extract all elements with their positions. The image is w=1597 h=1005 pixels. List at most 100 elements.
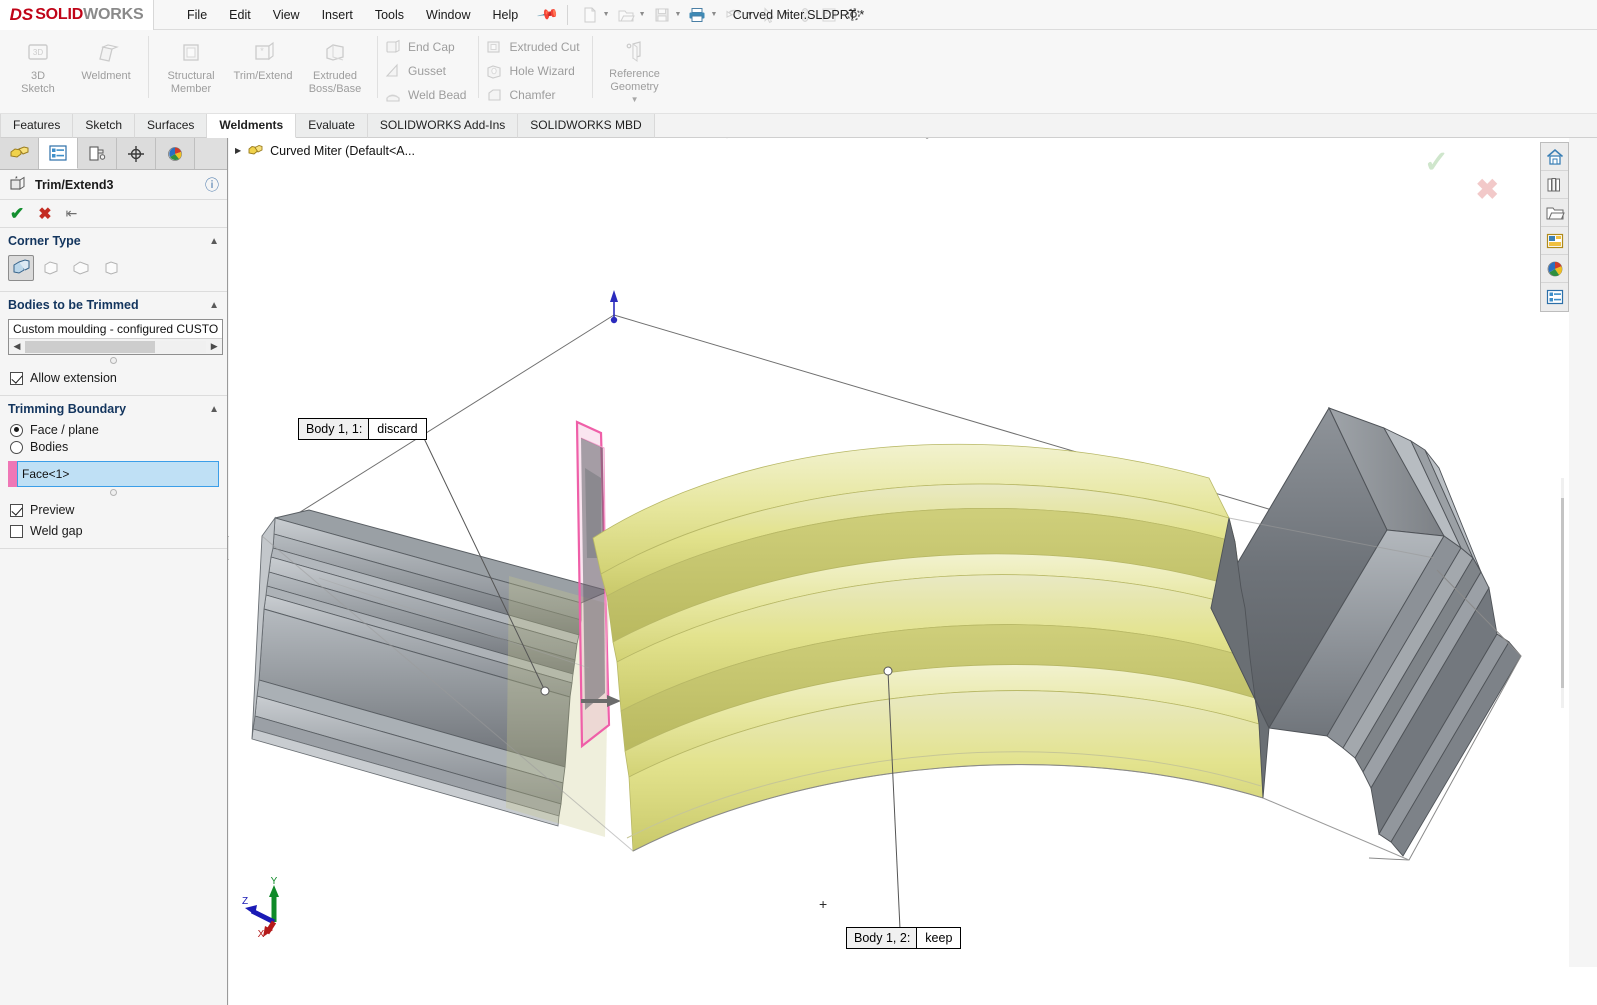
ribbon-chamfer-label: Chamfer: [509, 88, 556, 102]
cancel-x[interactable]: ✖: [38, 204, 51, 224]
tab-surfaces[interactable]: Surfaces: [135, 114, 208, 138]
reference-geometry-dropdown-caret[interactable]: ▼: [631, 94, 639, 107]
callout-discard-action-label[interactable]: discard: [369, 419, 426, 439]
radio-face-plane-row[interactable]: Face / plane: [10, 423, 219, 437]
corner-type-options: [8, 255, 219, 281]
ribbon-divider-4: [591, 36, 593, 98]
face-selection-box[interactable]: Face<1>: [17, 461, 219, 487]
preview-row[interactable]: Preview: [10, 503, 219, 517]
tab-weldments[interactable]: Weldments: [207, 114, 297, 138]
open-document-caret[interactable]: ▼: [639, 11, 646, 18]
weld-bead-icon: [384, 86, 402, 104]
ribbon-extruded-cut-button[interactable]: Extruded Cut: [483, 35, 587, 59]
pin-icon[interactable]: ⇤: [66, 205, 78, 222]
ribbon-structural-member-button[interactable]: Structural Member: [155, 34, 227, 95]
bodies-resize-handle[interactable]: [8, 357, 219, 364]
svg-text:*: *: [15, 176, 18, 183]
bodies-radio-label: Bodies: [30, 440, 69, 454]
allow-extension-checkbox[interactable]: [10, 371, 23, 385]
structural-member-icon: [176, 39, 206, 67]
scroll-thumb[interactable]: [25, 340, 155, 353]
menu-view[interactable]: View: [262, 4, 311, 26]
pin-icon[interactable]: 📌: [536, 3, 559, 27]
callout-discard[interactable]: Body 1, 1: discard: [298, 418, 427, 440]
ribbon-extruded-boss-button[interactable]: Extruded Boss/Base: [299, 34, 371, 95]
menu-tools[interactable]: Tools: [364, 4, 415, 26]
display-manager-tab[interactable]: [156, 138, 195, 169]
face-plane-label: Face / plane: [30, 423, 99, 437]
configuration-manager-tab[interactable]: [78, 138, 117, 169]
end-butt1-corner-button[interactable]: [68, 255, 94, 281]
ribbon-gusset-button[interactable]: Gusset: [382, 59, 474, 83]
tab-solidworks-mbd[interactable]: SOLIDWORKS MBD: [518, 114, 655, 138]
end-cap-icon: [384, 38, 402, 56]
print-caret[interactable]: ▼: [710, 11, 717, 18]
property-manager-header: * Trim/Extend3 ⓘ: [0, 170, 227, 200]
scroll-right-icon[interactable]: ▶: [206, 341, 222, 352]
feature-manager-tab[interactable]: [0, 138, 39, 169]
new-document-caret[interactable]: ▼: [603, 11, 610, 18]
ribbon-weldment-button[interactable]: Weldment: [70, 34, 142, 83]
face-resize-handle[interactable]: [8, 489, 219, 496]
ribbon-trim-extend-button[interactable]: * Trim/Extend: [227, 34, 299, 83]
weldment-icon: [91, 39, 121, 67]
weld-gap-checkbox[interactable]: [10, 524, 23, 538]
menu-file[interactable]: File: [176, 4, 218, 26]
trim-extend-icon: *: [248, 39, 278, 67]
graphics-viewport[interactable]: ▶ Curved Miter (Default<A... ▼: [229, 138, 1569, 967]
callout-keep[interactable]: Body 1, 2: keep: [846, 927, 962, 949]
ok-checkmark[interactable]: ✔: [10, 204, 24, 224]
tab-sketch[interactable]: Sketch: [73, 114, 136, 138]
ribbon-hole-wizard-button[interactable]: Hole Wizard: [483, 59, 587, 83]
preview-checkbox[interactable]: [10, 503, 23, 517]
bodies-selection-scrollbar[interactable]: ◀ ▶: [9, 338, 223, 354]
menu-insert[interactable]: Insert: [311, 4, 364, 26]
ribbon-3d-sketch-button[interactable]: 3D 3D Sketch: [6, 34, 70, 95]
allow-extension-row[interactable]: Allow extension: [10, 371, 219, 385]
save-caret[interactable]: ▼: [675, 11, 682, 18]
weld-gap-row[interactable]: Weld gap: [10, 524, 219, 538]
ribbon-weld-bead-button[interactable]: Weld Bead: [382, 83, 474, 107]
extruded-cut-icon: [485, 38, 503, 56]
bodies-radio[interactable]: [10, 440, 23, 454]
print-icon[interactable]: [685, 3, 709, 27]
end-butt2-corner-button[interactable]: [98, 255, 124, 281]
svg-text:*: *: [260, 46, 264, 56]
chamfer-icon: [485, 86, 503, 104]
tab-solidworks-addins[interactable]: SOLIDWORKS Add-Ins: [367, 114, 519, 138]
end-trim-corner-button[interactable]: [8, 255, 34, 281]
trimming-boundary-header[interactable]: Trimming Boundary ▲: [8, 402, 219, 416]
scroll-left-icon[interactable]: ◀: [9, 341, 25, 352]
callout-keep-action-label[interactable]: keep: [917, 928, 961, 948]
corner-type-header[interactable]: Corner Type ▲: [8, 234, 219, 248]
menu-edit[interactable]: Edit: [218, 4, 262, 26]
property-manager-tab[interactable]: [39, 138, 78, 169]
ribbon-chamfer-button[interactable]: Chamfer: [483, 83, 587, 107]
open-document-icon[interactable]: [614, 3, 638, 27]
radio-bodies-row[interactable]: Bodies: [10, 440, 219, 454]
scroll-track[interactable]: [25, 340, 207, 353]
bodies-trimmed-header[interactable]: Bodies to be Trimmed ▲: [8, 298, 219, 312]
help-icon[interactable]: ⓘ: [205, 175, 219, 195]
tab-evaluate[interactable]: Evaluate: [296, 114, 368, 138]
left-panel: * Trim/Extend3 ⓘ ✔ ✖ ⇤ Corner Type ▲ Bod…: [0, 138, 228, 967]
new-document-icon[interactable]: [578, 3, 602, 27]
menu-items: File Edit View Insert Tools Window Help …: [176, 3, 560, 27]
chevron-up-icon[interactable]: ▲: [209, 300, 219, 311]
solidworks-logo[interactable]: DS SOLIDWORKS: [0, 0, 154, 30]
face-plane-radio[interactable]: [10, 423, 23, 437]
ribbon-reference-geometry-button[interactable]: Reference Geometry ▼: [599, 34, 671, 107]
gusset-icon: [384, 62, 402, 80]
save-icon[interactable]: [650, 3, 674, 27]
tab-features[interactable]: Features: [0, 114, 74, 138]
chevron-up-icon[interactable]: ▲: [209, 404, 219, 415]
ribbon-end-cap-button[interactable]: End Cap: [382, 35, 474, 59]
menu-window[interactable]: Window: [415, 4, 481, 26]
property-manager-actions: ✔ ✖ ⇤: [0, 200, 227, 228]
chevron-up-icon[interactable]: ▲: [209, 236, 219, 247]
dimxpert-manager-tab[interactable]: [117, 138, 156, 169]
menu-help[interactable]: Help: [482, 4, 530, 26]
end-miter-corner-button[interactable]: [38, 255, 64, 281]
3d-model-canvas[interactable]: [229, 138, 1569, 967]
bodies-selection-box[interactable]: Custom moulding - configured CUSTO ◀ ▶: [8, 319, 224, 355]
